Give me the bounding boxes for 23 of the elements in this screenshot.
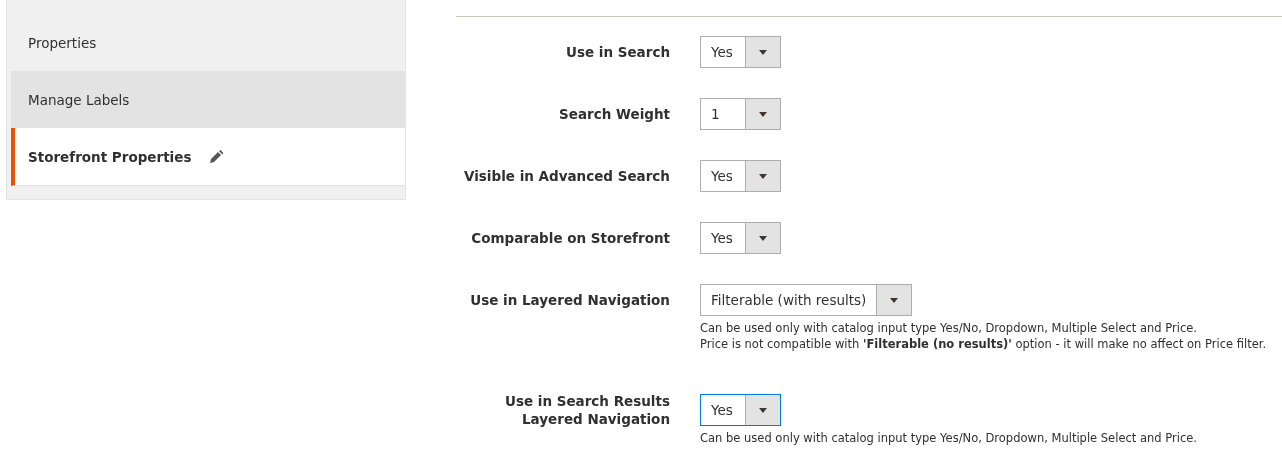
field-note: Can be used only with catalog input type Yes/No, Dropdown, Multiple Select and Price. (700, 320, 1198, 336)
field-label: Search Weight (558, 105, 670, 124)
field-label: Use in Search (564, 43, 670, 62)
select-field[interactable]: Yes (700, 36, 781, 68)
field-note: Can be used only with catalog input type Yes/No, Dropdown, Multiple Select and Price. (700, 430, 1197, 446)
caret-icon (890, 297, 899, 303)
select-field[interactable]: Yes (700, 160, 781, 192)
select-field[interactable]: 1 (700, 98, 781, 130)
select-field[interactable]: Yes (700, 222, 781, 254)
caret-icon (759, 111, 767, 117)
field-label: Use in Layered Navigation (469, 291, 670, 310)
sidebar-tab[interactable]: Manage Labels (11, 71, 405, 128)
select-field[interactable]: Filterable (with results) (700, 284, 913, 316)
sidebar-tab[interactable]: Storefront Properties (11, 128, 405, 186)
caret-icon (759, 407, 767, 413)
field-label: Use in Search Results Layered Navigation (503, 392, 670, 429)
field-label: Visible in Advanced Search (463, 167, 670, 186)
field-label: Comparable on Storefront (470, 229, 670, 248)
select-field[interactable]: Yes (700, 394, 781, 426)
caret-icon (759, 235, 767, 241)
caret-icon (759, 49, 767, 55)
field-note: Price is not compatible with 'Filterable (no results)' option - it will make no affect on Price filter. (700, 336, 1267, 352)
caret-icon (759, 173, 767, 179)
